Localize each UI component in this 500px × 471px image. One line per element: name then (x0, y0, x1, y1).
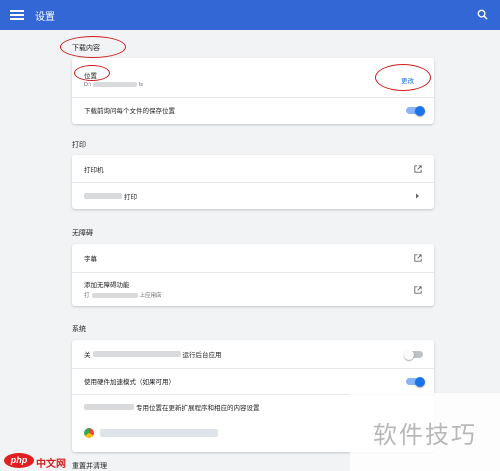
background-apps-toggle[interactable] (404, 349, 423, 360)
annotation-circle-location (74, 65, 110, 81)
cloud-print-label: 打印 (124, 194, 137, 201)
add-features-row[interactable]: 添加无障碍功能 打上应用店 (72, 274, 434, 304)
search-icon[interactable] (477, 9, 488, 20)
chevron-right-icon[interactable] (415, 193, 420, 199)
add-features-sub: 打上应用店 (84, 293, 162, 299)
section-title-system: 系统 (72, 326, 86, 333)
extension-icon (84, 428, 94, 438)
section-title-reset: 重置并清理 (72, 463, 107, 470)
open-external-icon[interactable] (414, 254, 422, 262)
cloud-print-row[interactable]: 打印 (72, 183, 434, 209)
print-card: 打印机 打印 (72, 155, 434, 209)
top-bar: 设置 (0, 0, 500, 30)
section-title-accessibility: 无障碍 (72, 230, 93, 237)
open-external-icon[interactable] (414, 165, 422, 173)
page-title: 设置 (35, 11, 55, 23)
accessibility-card: 字幕 添加无障碍功能 打上应用店 (72, 244, 434, 306)
printers-label: 打印机 (84, 166, 104, 174)
background-apps-prefix: 关 (84, 352, 91, 359)
background-apps-row[interactable]: 关 运行后台应用 (72, 342, 434, 366)
menu-icon[interactable] (10, 10, 24, 20)
add-features-label: 添加无障碍功能 (84, 282, 130, 289)
hw-accel-label: 使用硬件加速模式（如果可用） (84, 379, 175, 386)
printers-row[interactable]: 打印机 (72, 155, 434, 182)
annotation-circle-downloads (60, 36, 126, 58)
annotation-circle-change (375, 64, 431, 91)
open-external-icon[interactable] (414, 286, 422, 294)
captions-row[interactable]: 字幕 (72, 244, 434, 272)
watermark-text: 软件技巧 (373, 420, 477, 449)
hw-accel-toggle[interactable] (406, 376, 425, 387)
background-apps-label: 运行后台应用 (182, 352, 222, 359)
downloads-card: 位置 D:\ ls 更改 下载前询问每个文件的保存位置 (72, 58, 434, 124)
location-path: D:\ ls (84, 82, 144, 88)
hw-accel-row[interactable]: 使用硬件加速模式（如果可用） (72, 369, 434, 393)
section-title-print: 打印 (72, 142, 86, 149)
captions-label: 字幕 (84, 256, 97, 263)
location-label: 位置 (84, 73, 97, 80)
watermark: 软件技巧 (350, 393, 500, 471)
ask-location-toggle[interactable] (406, 105, 425, 116)
ask-location-row[interactable]: 下载前询问每个文件的保存位置 (72, 99, 434, 121)
php-logo-text: 中文网 (36, 459, 66, 470)
ask-location-label: 下载前询问每个文件的保存位置 (84, 108, 175, 115)
php-logo: php (4, 453, 34, 468)
proxy-label: 专用位置在更新扩展程序和相应的内容设置 (136, 405, 260, 412)
